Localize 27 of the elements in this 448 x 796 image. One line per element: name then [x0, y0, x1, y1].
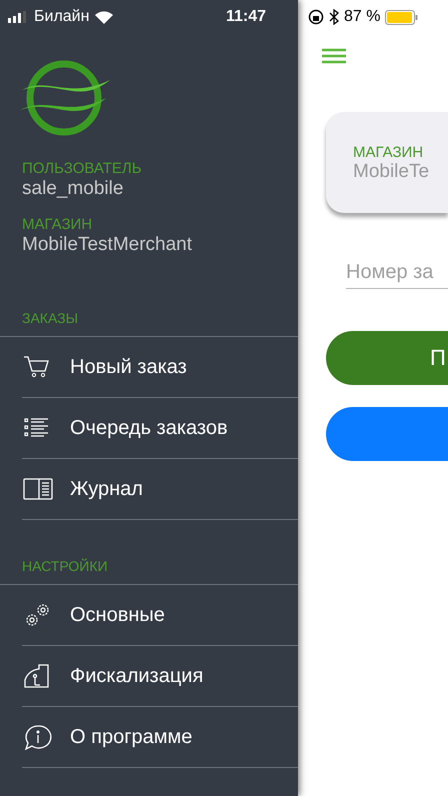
store-name: MobileTestMerchant: [22, 234, 194, 256]
action-button[interactable]: П: [326, 331, 448, 385]
bluetooth-icon: [329, 9, 339, 25]
store-name: MobileTe: [353, 161, 430, 183]
store-label: МАГАЗИН: [353, 144, 424, 161]
menu-item[interactable]: Журнал: [22, 459, 298, 520]
rotation-lock-icon: [308, 9, 324, 25]
menu-item[interactable]: Очередь заказов: [22, 398, 298, 459]
clock-time: 11:47: [226, 8, 266, 26]
wifi-icon: [95, 10, 114, 24]
action-button[interactable]: [326, 407, 448, 461]
order-number-field[interactable]: Номер за: [346, 261, 448, 289]
menu-icon[interactable]: [322, 48, 346, 64]
signal-icon: [8, 11, 28, 23]
store-label: МАГАЗИН: [22, 216, 94, 233]
battery-percent: 87 %: [344, 8, 380, 26]
menu-item-icon: [22, 723, 54, 751]
user-name: sale_mobile: [22, 178, 124, 200]
menu-item[interactable]: О программе: [22, 707, 298, 768]
battery-icon: [385, 10, 418, 24]
user-label: ПОЛЬЗОВАТЕЛЬ: [22, 160, 143, 177]
section-header: ЗАКАЗЫ: [21, 310, 79, 328]
menu-item[interactable]: Основные: [22, 585, 298, 646]
menu-item[interactable]: Фискализация: [22, 646, 298, 707]
section-header: НАСТРОЙКИ: [21, 558, 109, 576]
menu-item[interactable]: Новый заказ: [22, 337, 298, 398]
carrier-name: Билайн: [34, 8, 90, 26]
